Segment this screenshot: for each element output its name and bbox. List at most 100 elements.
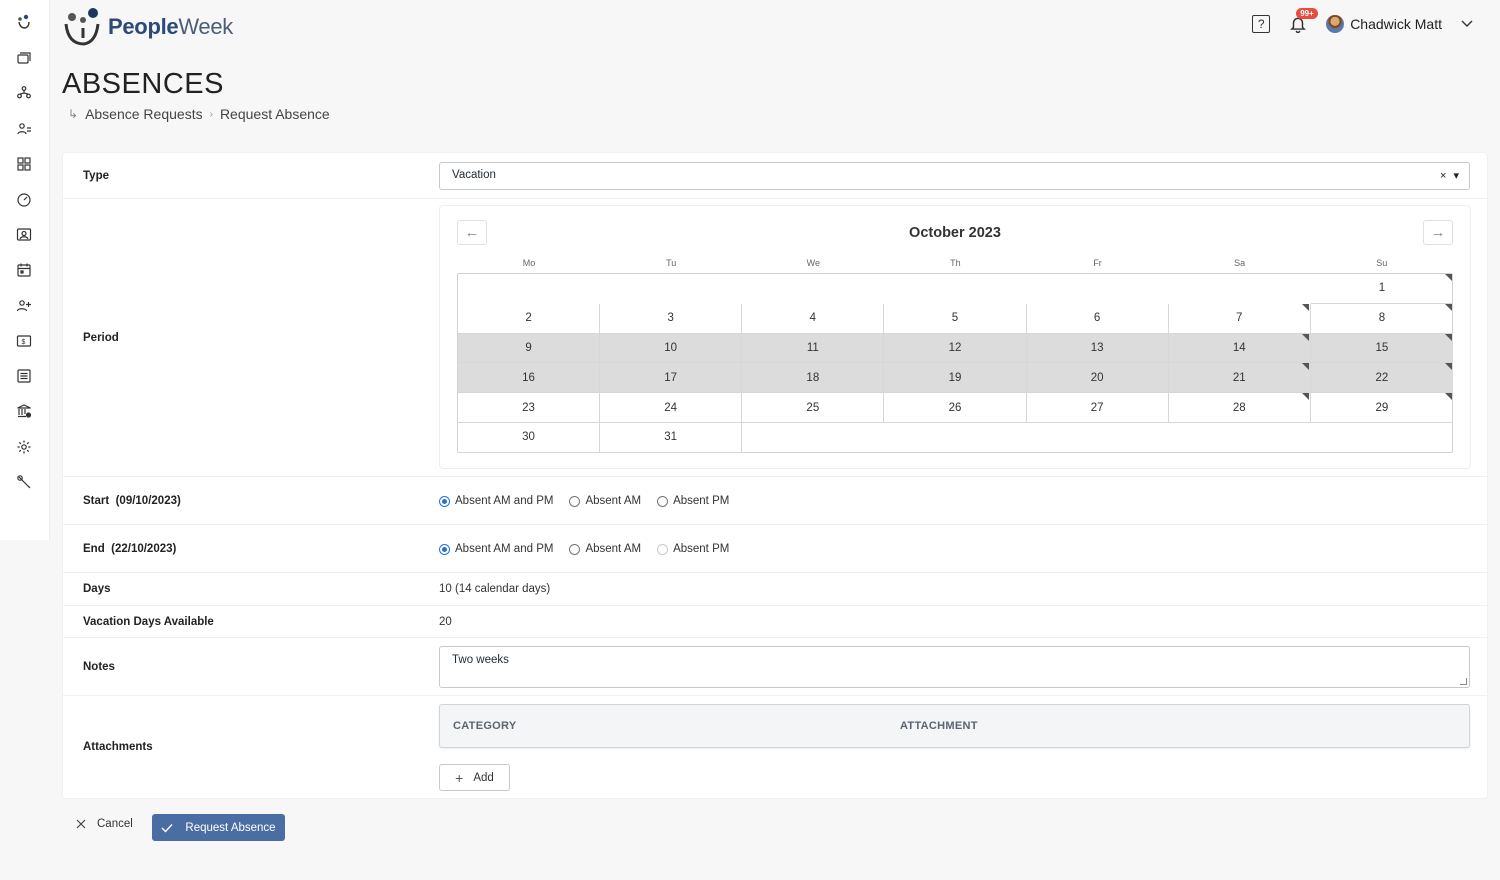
resize-handle-icon[interactable]: [1460, 678, 1467, 685]
calendar-day[interactable]: 22: [1310, 363, 1453, 394]
calendar-day[interactable]: 30: [458, 423, 601, 453]
calendar-day[interactable]: 6: [1026, 303, 1169, 334]
notifications-button[interactable]: 99+: [1288, 8, 1318, 34]
calendar-day[interactable]: 14: [1168, 333, 1311, 364]
calendar-day[interactable]: 29: [1310, 393, 1453, 423]
user-name: Chadwick Matt: [1350, 16, 1442, 32]
team-icon[interactable]: [14, 119, 34, 139]
speedometer-icon[interactable]: [14, 190, 34, 210]
calendar-day[interactable]: 24: [600, 393, 743, 423]
calendar-day[interactable]: 10: [600, 333, 743, 364]
vacation-available-row: Vacation Days Available 20: [63, 606, 1489, 638]
breadcrumb-chevron-icon: ›: [209, 108, 213, 120]
end-option-pm[interactable]: Absent PM: [657, 543, 729, 555]
breadcrumb-current: Request Absence: [219, 106, 330, 122]
notes-label: Notes: [83, 661, 115, 673]
calendar-day[interactable]: 16: [458, 363, 601, 394]
org-chart-icon[interactable]: [14, 83, 34, 103]
calendar-day[interactable]: 21: [1168, 363, 1311, 394]
calendar-day[interactable]: 2: [458, 303, 601, 334]
caret-down-icon[interactable]: ▾: [1453, 170, 1459, 182]
calendar-day[interactable]: 7: [1168, 303, 1311, 334]
calendar-day-number: 31: [664, 431, 678, 444]
users-group-icon[interactable]: [14, 225, 34, 245]
calendar-day[interactable]: 27: [1026, 393, 1169, 423]
radio-selected[interactable]: [439, 495, 450, 507]
calendar-day[interactable]: 17: [600, 363, 743, 394]
cancel-button[interactable]: Cancel: [75, 818, 133, 830]
calendar-day-number: 22: [1375, 371, 1389, 384]
user-menu[interactable]: Chadwick Matt: [1326, 15, 1476, 33]
add-attachment-button[interactable]: + Add: [439, 764, 510, 791]
radio[interactable]: [657, 543, 669, 555]
calendar-icon[interactable]: [14, 260, 34, 280]
calendar-day[interactable]: 13: [1026, 333, 1169, 364]
radio-selected[interactable]: [439, 543, 450, 555]
calendar-day-number: 13: [1090, 341, 1104, 354]
calendar-day[interactable]: 9: [458, 333, 601, 364]
weekday-label: Su: [1376, 258, 1388, 268]
payroll-icon[interactable]: $: [14, 331, 34, 351]
breadcrumb-absence-requests[interactable]: Absence Requests: [85, 106, 203, 122]
calendar-day[interactable]: 20: [1026, 363, 1169, 394]
notes-row: Notes Two weeks: [63, 638, 1489, 696]
calendar-day-number: 2: [525, 312, 532, 325]
calendar-day[interactable]: 26: [884, 393, 1027, 423]
plus-icon: +: [455, 769, 464, 786]
calendar-grid: 1 2 3 4 5 6 7 8 9 10 11 12 13 14 15 16 17 18 19 20 21 22 23 24 2…: [457, 273, 1453, 453]
calendar-day[interactable]: 25: [742, 393, 885, 423]
start-option-am-pm[interactable]: Absent AM and PM: [439, 495, 553, 507]
calendar-day-number: 21: [1232, 371, 1246, 384]
bank-icon[interactable]: [14, 401, 34, 421]
calendar-day-number: 9: [525, 341, 532, 354]
weekday-label: Fr: [1093, 258, 1102, 268]
end-option-am[interactable]: Absent AM: [569, 543, 641, 555]
calendar-day[interactable]: 12: [884, 333, 1027, 364]
end-option-am-pm[interactable]: Absent AM and PM: [439, 543, 553, 555]
calendar-day-number: 18: [806, 371, 820, 384]
calendar-day[interactable]: 1: [1310, 274, 1453, 304]
clear-icon[interactable]: ×: [1440, 170, 1446, 182]
start-option-pm[interactable]: Absent PM: [657, 495, 729, 507]
calendar-day-number: 27: [1090, 401, 1104, 414]
next-month-button[interactable]: →: [1423, 220, 1453, 245]
calendar-day[interactable]: 31: [600, 423, 743, 453]
type-select[interactable]: Vacation × ▾: [439, 162, 1470, 190]
start-option-am[interactable]: Absent AM: [569, 495, 641, 507]
list-icon[interactable]: [14, 366, 34, 386]
request-absence-button[interactable]: Request Absence: [152, 814, 285, 841]
calendar-day[interactable]: 28: [1168, 393, 1311, 423]
calendar-day[interactable]: 19: [884, 363, 1027, 394]
cards-icon[interactable]: [14, 48, 34, 68]
days-row: Days 10 (14 calendar days): [63, 573, 1489, 606]
logo-icon[interactable]: [14, 12, 34, 32]
arrow-right-icon: →: [1430, 224, 1446, 241]
calendar-day-number: 20: [1090, 371, 1104, 384]
calendar-day[interactable]: 3: [600, 303, 743, 334]
calendar-day-number: 10: [664, 341, 678, 354]
notes-textarea[interactable]: Two weeks: [439, 646, 1470, 688]
calendar-day[interactable]: 5: [884, 303, 1027, 334]
calendar-day[interactable]: 18: [742, 363, 885, 394]
radio[interactable]: [569, 543, 581, 555]
tools-icon[interactable]: [14, 472, 34, 492]
calendar-day[interactable]: 8: [1310, 303, 1453, 334]
breadcrumb: ↳ Absence Requests › Request Absence: [68, 106, 330, 122]
type-row: Type Vacation × ▾: [63, 153, 1489, 199]
calendar-day[interactable]: 4: [742, 303, 885, 334]
settings-icon[interactable]: [14, 437, 34, 457]
radio[interactable]: [569, 495, 581, 507]
calendar-day[interactable]: 15: [1310, 333, 1453, 364]
calendar-day-number: 8: [1378, 312, 1386, 325]
calendar-day-number: 23: [522, 401, 535, 414]
attachments-row: Attachments CATEGORY ATTACHMENT: [63, 696, 1489, 800]
app-logo[interactable]: PeopleWeek: [62, 6, 233, 48]
dashboard-grid-icon[interactable]: [14, 154, 34, 174]
radio[interactable]: [657, 495, 669, 507]
calendar-day[interactable]: 23: [458, 393, 601, 423]
calendar-day[interactable]: 11: [742, 333, 885, 364]
add-user-icon[interactable]: [14, 296, 34, 316]
weekday-label: Sa: [1234, 258, 1246, 268]
column-attachment: ATTACHMENT: [900, 720, 978, 732]
help-icon[interactable]: ?: [1252, 15, 1271, 33]
